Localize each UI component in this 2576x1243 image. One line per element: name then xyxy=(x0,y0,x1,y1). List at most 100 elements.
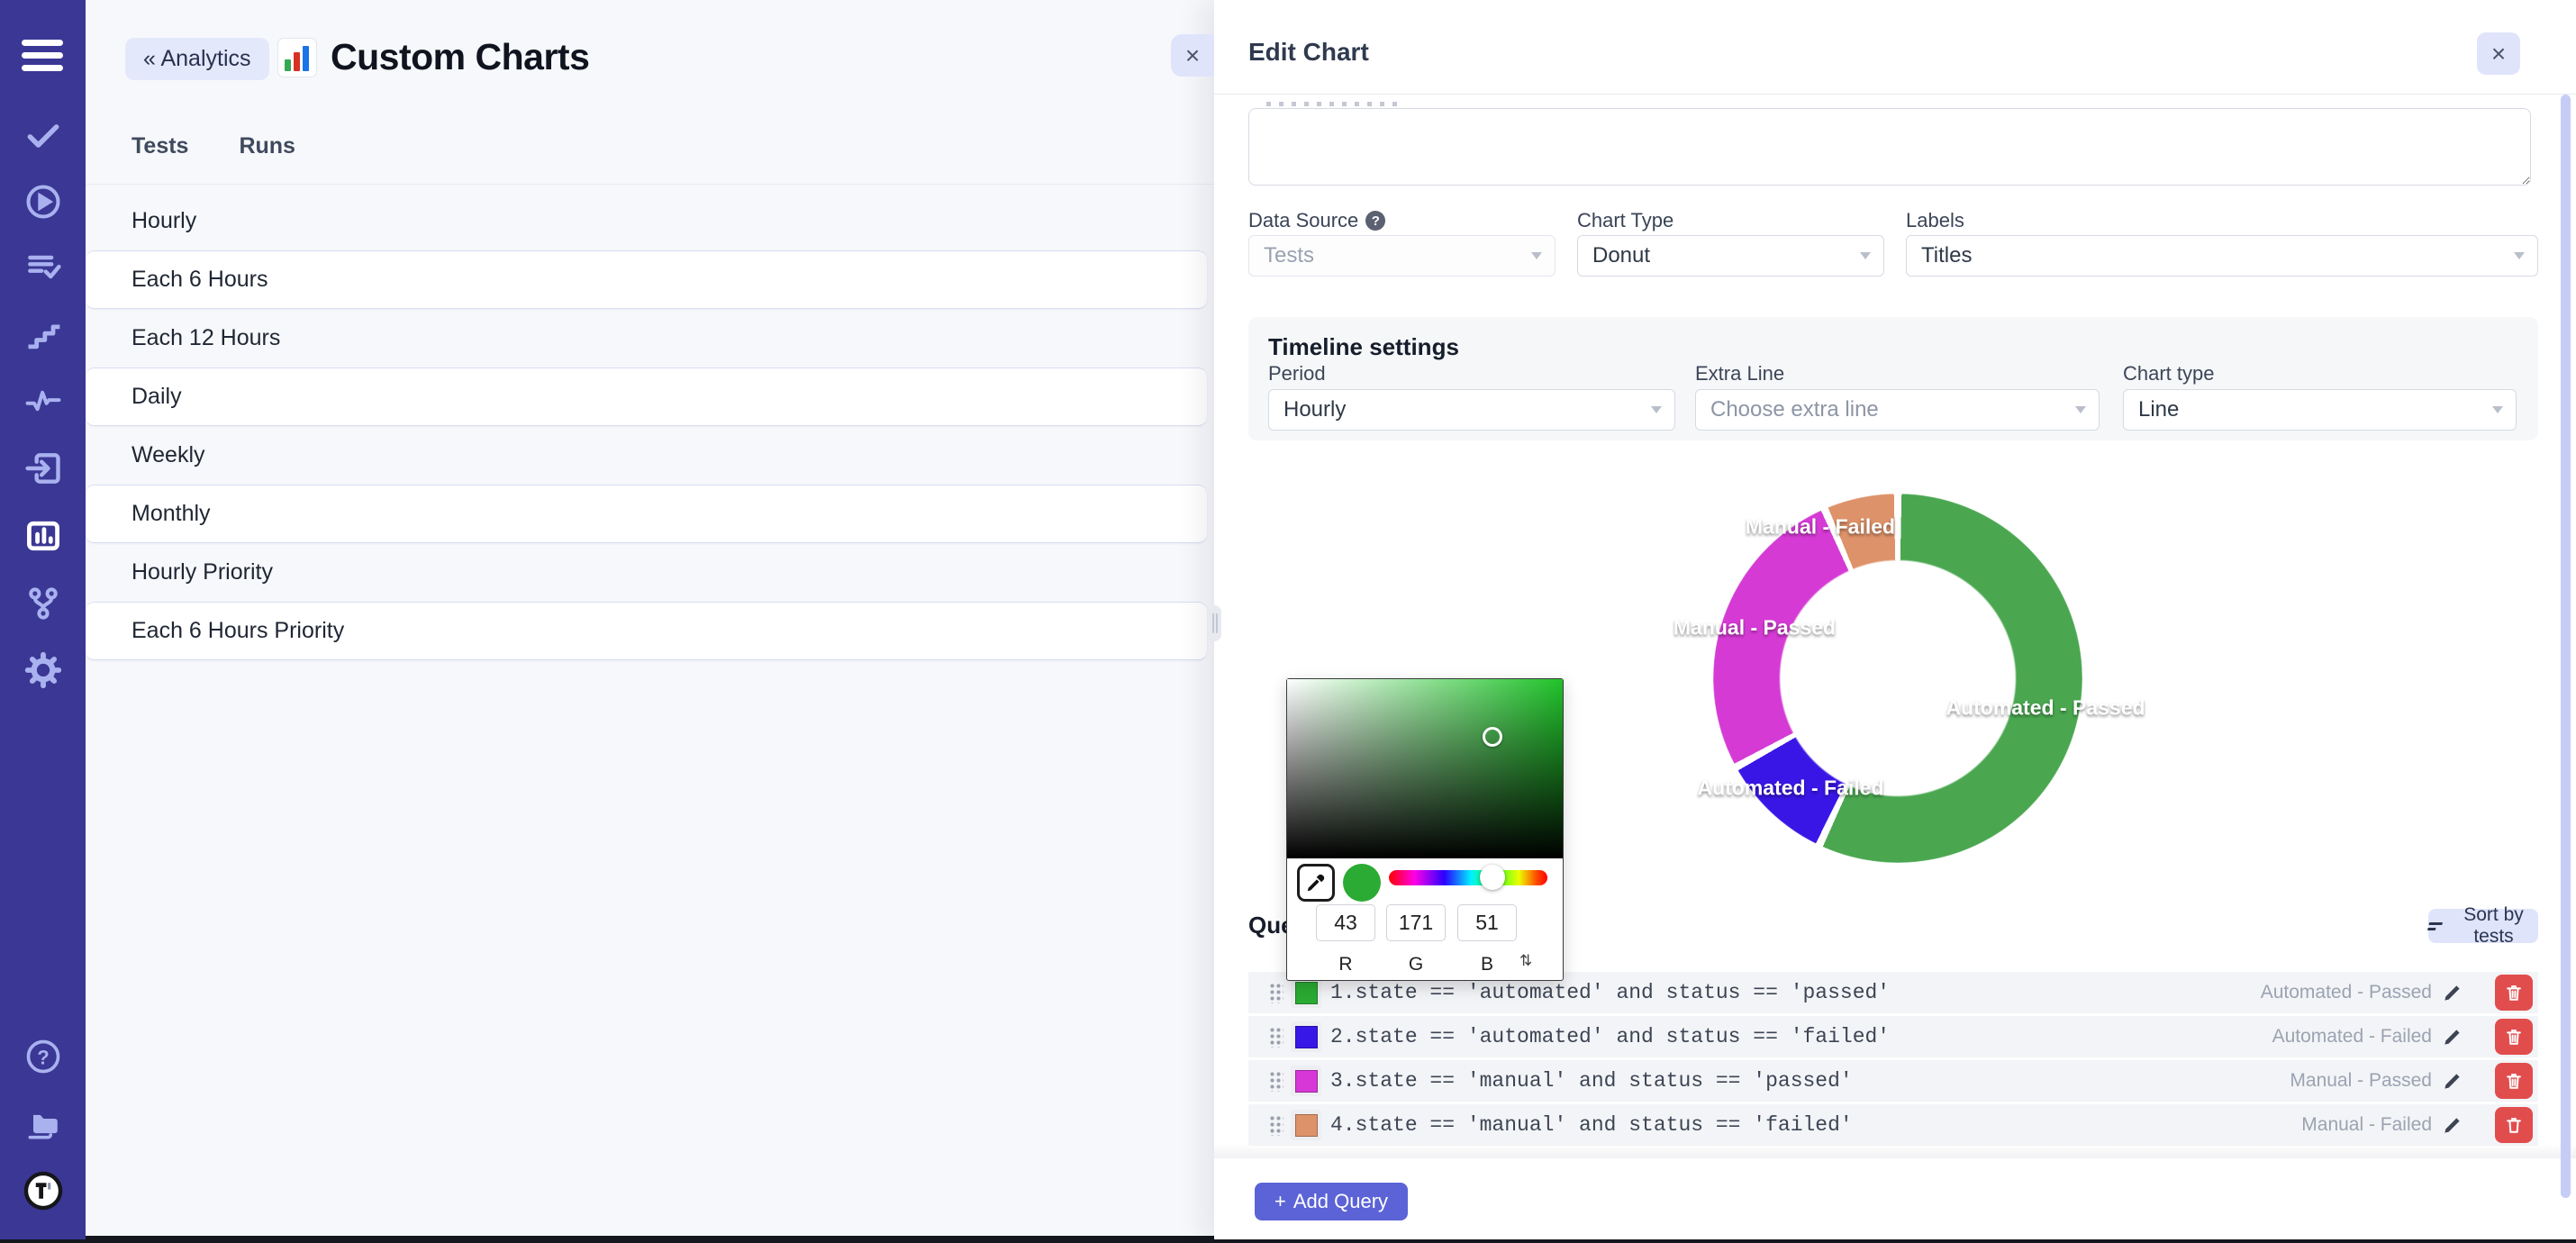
delete-query-button[interactable] xyxy=(2495,1107,2533,1143)
period-select[interactable]: Hourly xyxy=(1268,389,1675,431)
labels-select[interactable]: Titles xyxy=(1906,235,2538,277)
query-label: Manual - Passed xyxy=(2290,1070,2432,1092)
tabs-divider xyxy=(86,184,1214,185)
tests-check-icon[interactable] xyxy=(23,114,64,156)
drag-handle-icon[interactable] xyxy=(1268,982,1283,1003)
trash-icon xyxy=(2504,1070,2524,1092)
donut-ring[interactable] xyxy=(1713,494,2082,863)
test-plans-icon[interactable] xyxy=(23,247,64,288)
extra-line-select[interactable]: Choose extra line xyxy=(1695,389,2100,431)
color-mode-toggle-icon[interactable]: ⇅ xyxy=(1519,952,1532,970)
analytics-pulse-icon[interactable] xyxy=(23,380,64,422)
footer-shadow xyxy=(1214,1144,2576,1158)
delete-query-button[interactable] xyxy=(2495,1063,2533,1099)
import-icon[interactable] xyxy=(23,448,64,489)
drawer-footer: + Add Query xyxy=(1214,1158,2576,1239)
drawer-header-divider xyxy=(1214,94,2576,95)
green-input[interactable] xyxy=(1386,904,1446,941)
projects-folder-icon[interactable] xyxy=(23,1103,64,1145)
query-color-swatch xyxy=(1295,982,1318,1004)
query-color-swatch xyxy=(1295,1026,1318,1048)
chart-list-item[interactable]: Weekly xyxy=(86,426,1207,485)
milestones-stairs-icon[interactable] xyxy=(23,314,64,356)
hue-slider[interactable] xyxy=(1389,870,1547,885)
drawer-collapse-button[interactable]: × xyxy=(1171,34,1214,77)
query-text: 4.state == 'manual' and status == 'faile… xyxy=(1330,1113,1853,1137)
sort-by-tests-button[interactable]: Sort by tests xyxy=(2428,909,2538,943)
donut-slice-label: Automated - Failed xyxy=(1697,776,1883,801)
chart-list-item[interactable]: Each 12 Hours xyxy=(86,309,1207,367)
timeline-chart-type-select[interactable]: Line xyxy=(2123,389,2517,431)
trash-icon xyxy=(2504,1026,2524,1048)
query-color-button[interactable] xyxy=(1291,1066,1321,1096)
menu-icon[interactable] xyxy=(22,36,63,76)
delete-query-button[interactable] xyxy=(2495,975,2533,1011)
tab-runs[interactable]: Runs xyxy=(239,133,295,159)
edit-chart-drawer: × Edit Chart × Data Source ? Chart Type … xyxy=(1214,0,2576,1239)
chart-list-item[interactable]: Each 6 Hours Priority xyxy=(86,602,1207,660)
drawer-title: Edit Chart xyxy=(1248,38,1369,67)
bar-chart-emoji-icon xyxy=(278,39,316,77)
branches-icon[interactable] xyxy=(23,583,64,624)
green-label: G xyxy=(1386,954,1446,975)
query-text: 2.state == 'automated' and status == 'fa… xyxy=(1330,1025,1890,1048)
chart-description-input[interactable] xyxy=(1248,108,2531,186)
drag-handle-icon[interactable] xyxy=(1268,1026,1283,1048)
edit-pencil-icon[interactable] xyxy=(2441,1025,2464,1048)
svg-text:?: ? xyxy=(37,1046,49,1068)
saturation-cursor[interactable] xyxy=(1483,727,1502,747)
query-color-button[interactable] xyxy=(1291,1021,1321,1052)
help-question-icon[interactable]: ? xyxy=(1365,211,1385,231)
app-window: ? « Analytics Custom Charts Tests Runs H… xyxy=(0,0,2576,1239)
eyedropper-button[interactable] xyxy=(1297,864,1335,902)
chevron-down-icon xyxy=(2514,252,2525,259)
chart-list-item[interactable]: Each 6 Hours xyxy=(86,250,1207,309)
blue-input[interactable] xyxy=(1457,904,1517,941)
delete-query-button[interactable] xyxy=(2495,1019,2533,1055)
custom-charts-icon[interactable] xyxy=(23,515,64,557)
help-icon[interactable]: ? xyxy=(23,1036,64,1077)
close-icon: × xyxy=(1185,41,1200,70)
drag-handle-icon[interactable] xyxy=(1268,1114,1283,1136)
drawer-scrollbar-thumb[interactable] xyxy=(2561,95,2571,1198)
chevron-down-icon xyxy=(1531,252,1542,259)
edit-pencil-icon[interactable] xyxy=(2441,1113,2464,1137)
chart-type-select[interactable]: Donut xyxy=(1577,235,1884,277)
hue-slider-handle[interactable] xyxy=(1480,865,1505,890)
trash-icon xyxy=(2504,1114,2524,1136)
red-label: R xyxy=(1316,954,1375,975)
runs-play-icon[interactable] xyxy=(23,181,64,222)
saturation-area[interactable] xyxy=(1287,679,1563,858)
settings-gear-icon[interactable] xyxy=(23,649,64,691)
chart-list-item[interactable]: Hourly Priority xyxy=(86,543,1207,602)
chart-list-item[interactable]: Monthly xyxy=(86,485,1207,543)
query-color-swatch xyxy=(1295,1070,1318,1093)
add-query-button[interactable]: + Add Query xyxy=(1255,1183,1408,1220)
query-row: 2.state == 'automated' and status == 'fa… xyxy=(1248,1016,2538,1057)
drawer-close-button[interactable]: × xyxy=(2477,32,2520,75)
data-source-select[interactable]: Tests xyxy=(1248,235,1556,277)
chevron-down-icon xyxy=(2075,406,2086,413)
chart-list-item[interactable]: Daily xyxy=(86,367,1207,426)
testomat-logo[interactable] xyxy=(23,1170,64,1211)
eyedropper-icon xyxy=(1304,871,1328,894)
query-color-button[interactable] xyxy=(1291,977,1321,1008)
edit-pencil-icon[interactable] xyxy=(2441,1069,2464,1093)
red-input[interactable] xyxy=(1316,904,1375,941)
chart-list: Hourly Each 6 Hours Each 12 Hours Daily … xyxy=(86,192,1207,660)
timeline-settings-heading: Timeline settings xyxy=(1268,333,1459,361)
chart-type-label: Chart Type xyxy=(1577,209,1673,232)
query-label: Automated - Failed xyxy=(2272,1026,2432,1048)
analytics-back-button[interactable]: « Analytics xyxy=(125,38,269,80)
sort-icon xyxy=(2426,920,2444,933)
query-label: Manual - Failed xyxy=(2301,1114,2432,1136)
chart-list-item[interactable]: Hourly xyxy=(86,192,1207,250)
drag-handle-icon[interactable] xyxy=(1268,1070,1283,1092)
timeline-chart-type-label: Chart type xyxy=(2123,362,2215,386)
extra-line-label: Extra Line xyxy=(1695,362,1784,386)
donut-slice-label: Manual - Failed xyxy=(1746,515,1895,540)
panel-resize-handle[interactable] xyxy=(1208,605,1221,641)
query-color-button[interactable] xyxy=(1291,1110,1321,1140)
tab-tests[interactable]: Tests xyxy=(132,133,188,159)
edit-pencil-icon[interactable] xyxy=(2441,981,2464,1004)
